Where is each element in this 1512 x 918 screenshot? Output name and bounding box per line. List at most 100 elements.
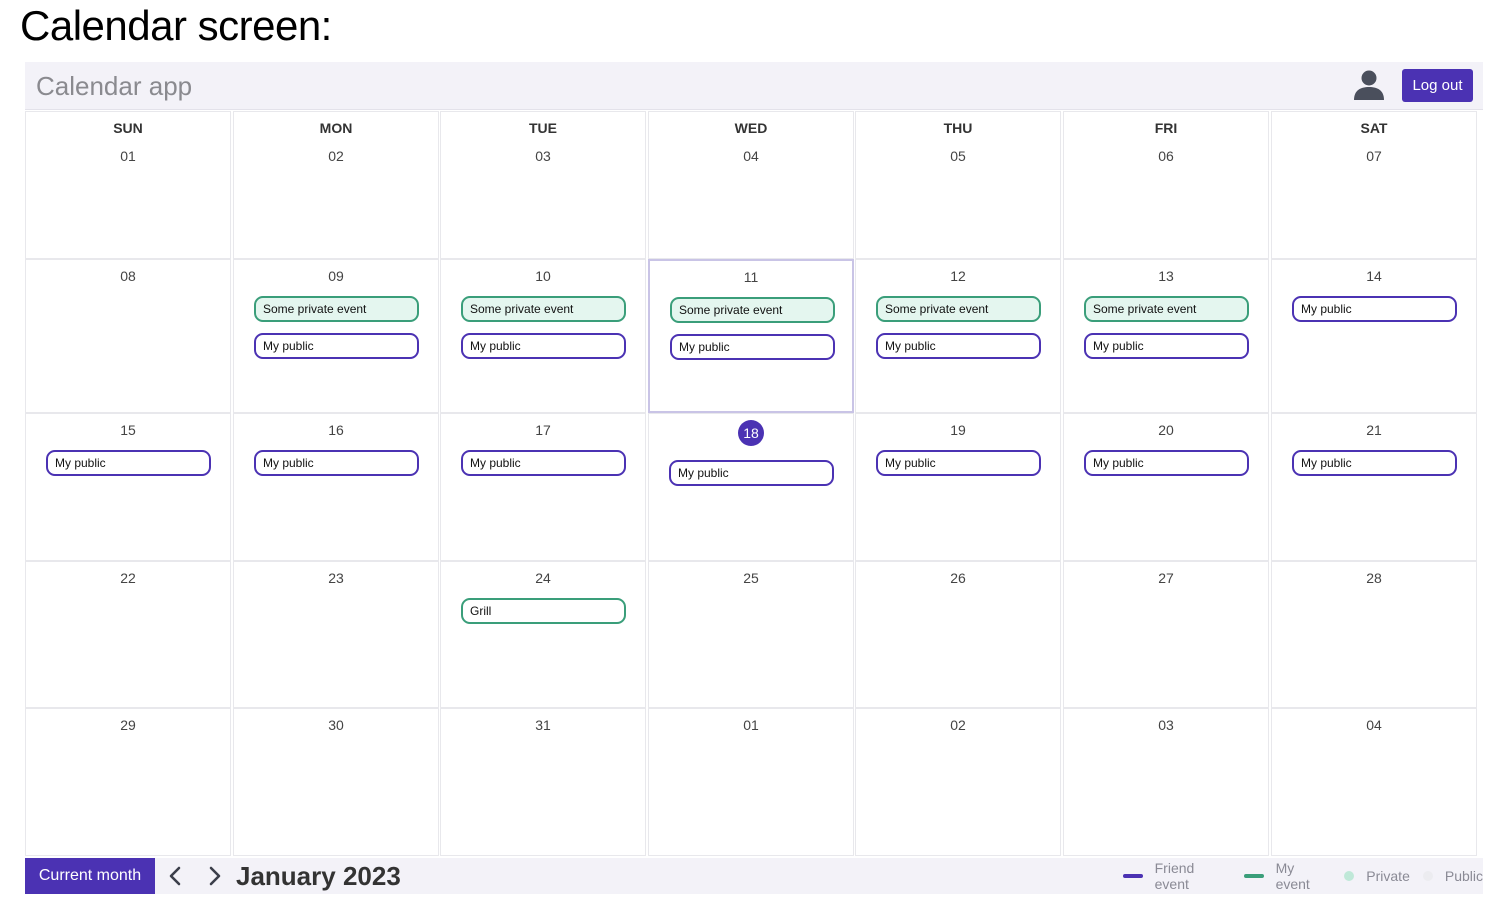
day-cell[interactable]: 22 bbox=[25, 561, 231, 708]
day-number: 01 bbox=[743, 717, 759, 733]
day-number: 20 bbox=[1158, 422, 1174, 438]
event-chip[interactable]: My public bbox=[1292, 296, 1457, 322]
logout-button[interactable]: Log out bbox=[1402, 69, 1473, 102]
day-cell[interactable]: 27 bbox=[1063, 561, 1269, 708]
day-number: 06 bbox=[1158, 148, 1174, 164]
day-number: 01 bbox=[120, 148, 136, 164]
event-chip[interactable]: My public bbox=[254, 450, 419, 476]
event-chip[interactable]: Grill bbox=[461, 598, 626, 624]
day-cell[interactable]: 10 Some private event My public bbox=[440, 259, 646, 413]
weekday-header: TUE bbox=[529, 120, 557, 136]
current-month-button[interactable]: Current month bbox=[25, 858, 155, 894]
month-grid: SUN 01 MON 02 TUE 03 WED 04 THU 05 FRI 06 SAT 07 08 09 S… bbox=[25, 111, 1477, 856]
day-cell[interactable]: 24 Grill bbox=[440, 561, 646, 708]
day-cell[interactable]: 12 Some private event My public bbox=[855, 259, 1061, 413]
day-number: 18 bbox=[738, 420, 764, 446]
day-number: 15 bbox=[120, 422, 136, 438]
day-number: 28 bbox=[1366, 570, 1382, 586]
day-number: 02 bbox=[328, 148, 344, 164]
day-cell[interactable]: 19 My public bbox=[855, 413, 1061, 561]
day-cell[interactable]: MON 02 bbox=[233, 111, 439, 259]
day-cell[interactable]: 31 bbox=[440, 708, 646, 856]
weekday-header: MON bbox=[319, 120, 353, 136]
event-chip[interactable]: My public bbox=[669, 460, 834, 486]
day-number: 04 bbox=[1366, 717, 1382, 733]
day-cell[interactable]: 04 bbox=[1271, 708, 1477, 856]
event-chip[interactable]: My public bbox=[876, 450, 1041, 476]
day-cell[interactable]: 26 bbox=[855, 561, 1061, 708]
day-number: 12 bbox=[950, 268, 966, 284]
day-cell[interactable]: 29 bbox=[25, 708, 231, 856]
day-cell[interactable]: 09 Some private event My public bbox=[233, 259, 439, 413]
chevron-right-icon bbox=[209, 866, 221, 886]
event-chip[interactable]: My public bbox=[461, 333, 626, 359]
day-number: 21 bbox=[1366, 422, 1382, 438]
day-cell[interactable]: WED 04 bbox=[648, 111, 854, 259]
day-cell[interactable]: 14 My public bbox=[1271, 259, 1477, 413]
day-cell[interactable]: 11 Some private event My public bbox=[648, 259, 854, 413]
day-number: 14 bbox=[1366, 268, 1382, 284]
day-number: 17 bbox=[535, 422, 551, 438]
day-cell[interactable]: FRI 06 bbox=[1063, 111, 1269, 259]
day-cell[interactable]: SUN 01 bbox=[25, 111, 231, 259]
day-cell[interactable]: 17 My public bbox=[440, 413, 646, 561]
day-number: 04 bbox=[743, 148, 759, 164]
day-cell[interactable]: 20 My public bbox=[1063, 413, 1269, 561]
legend-item: Friend event bbox=[1123, 860, 1231, 892]
day-cell[interactable]: 16 My public bbox=[233, 413, 439, 561]
event-chip[interactable]: My public bbox=[46, 450, 211, 476]
user-icon[interactable] bbox=[1353, 69, 1385, 101]
day-cell[interactable]: 15 My public bbox=[25, 413, 231, 561]
legend-item: Private bbox=[1344, 868, 1410, 884]
event-chip[interactable]: Some private event bbox=[461, 296, 626, 322]
event-chip[interactable]: My public bbox=[670, 334, 835, 360]
chevron-left-icon bbox=[169, 866, 181, 886]
day-cell[interactable]: 28 bbox=[1271, 561, 1477, 708]
day-cell[interactable]: 13 Some private event My public bbox=[1063, 259, 1269, 413]
event-chip[interactable]: My public bbox=[876, 333, 1041, 359]
legend-item: Public bbox=[1422, 868, 1483, 884]
day-cell[interactable]: 18 My public bbox=[648, 413, 854, 561]
day-number: 03 bbox=[535, 148, 551, 164]
day-number: 25 bbox=[743, 570, 759, 586]
day-cell[interactable]: TUE 03 bbox=[440, 111, 646, 259]
day-number: 07 bbox=[1366, 148, 1382, 164]
day-cell[interactable]: THU 05 bbox=[855, 111, 1061, 259]
day-number: 31 bbox=[535, 717, 551, 733]
day-number: 24 bbox=[535, 570, 551, 586]
day-number: 10 bbox=[535, 268, 551, 284]
legend-item: My event bbox=[1243, 860, 1331, 892]
day-cell[interactable]: 02 bbox=[855, 708, 1061, 856]
day-number: 23 bbox=[328, 570, 344, 586]
event-chip[interactable]: My public bbox=[254, 333, 419, 359]
day-cell[interactable]: 30 bbox=[233, 708, 439, 856]
weekday-header: FRI bbox=[1154, 120, 1178, 136]
event-chip[interactable]: My public bbox=[461, 450, 626, 476]
day-cell[interactable]: 23 bbox=[233, 561, 439, 708]
calendar-app: Calendar app Log out SUN 01 MON 02 TUE 03 WED 0… bbox=[25, 62, 1483, 894]
day-cell[interactable]: 08 bbox=[25, 259, 231, 413]
day-cell[interactable]: 21 My public bbox=[1271, 413, 1477, 561]
day-number: 11 bbox=[743, 269, 759, 285]
day-cell[interactable]: 25 bbox=[648, 561, 854, 708]
weekday-header: SAT bbox=[1360, 120, 1388, 136]
event-chip[interactable]: Some private event bbox=[670, 297, 835, 323]
day-cell[interactable]: 01 bbox=[648, 708, 854, 856]
event-chip[interactable]: My public bbox=[1084, 333, 1249, 359]
day-cell[interactable]: 03 bbox=[1063, 708, 1269, 856]
legend-label: Public bbox=[1444, 868, 1483, 884]
next-month-button[interactable] bbox=[202, 864, 226, 888]
day-number: 27 bbox=[1158, 570, 1174, 586]
event-chip[interactable]: Some private event bbox=[1084, 296, 1249, 322]
day-number: 30 bbox=[328, 717, 344, 733]
event-chip[interactable]: Some private event bbox=[254, 296, 419, 322]
day-number: 19 bbox=[950, 422, 966, 438]
legend: Friend event My event Private Public bbox=[1110, 858, 1483, 894]
day-cell[interactable]: SAT 07 bbox=[1271, 111, 1477, 259]
previous-month-button[interactable] bbox=[164, 864, 188, 888]
day-number: 03 bbox=[1158, 717, 1174, 733]
event-chip[interactable]: My public bbox=[1292, 450, 1457, 476]
day-number: 29 bbox=[120, 717, 136, 733]
event-chip[interactable]: My public bbox=[1084, 450, 1249, 476]
event-chip[interactable]: Some private event bbox=[876, 296, 1041, 322]
